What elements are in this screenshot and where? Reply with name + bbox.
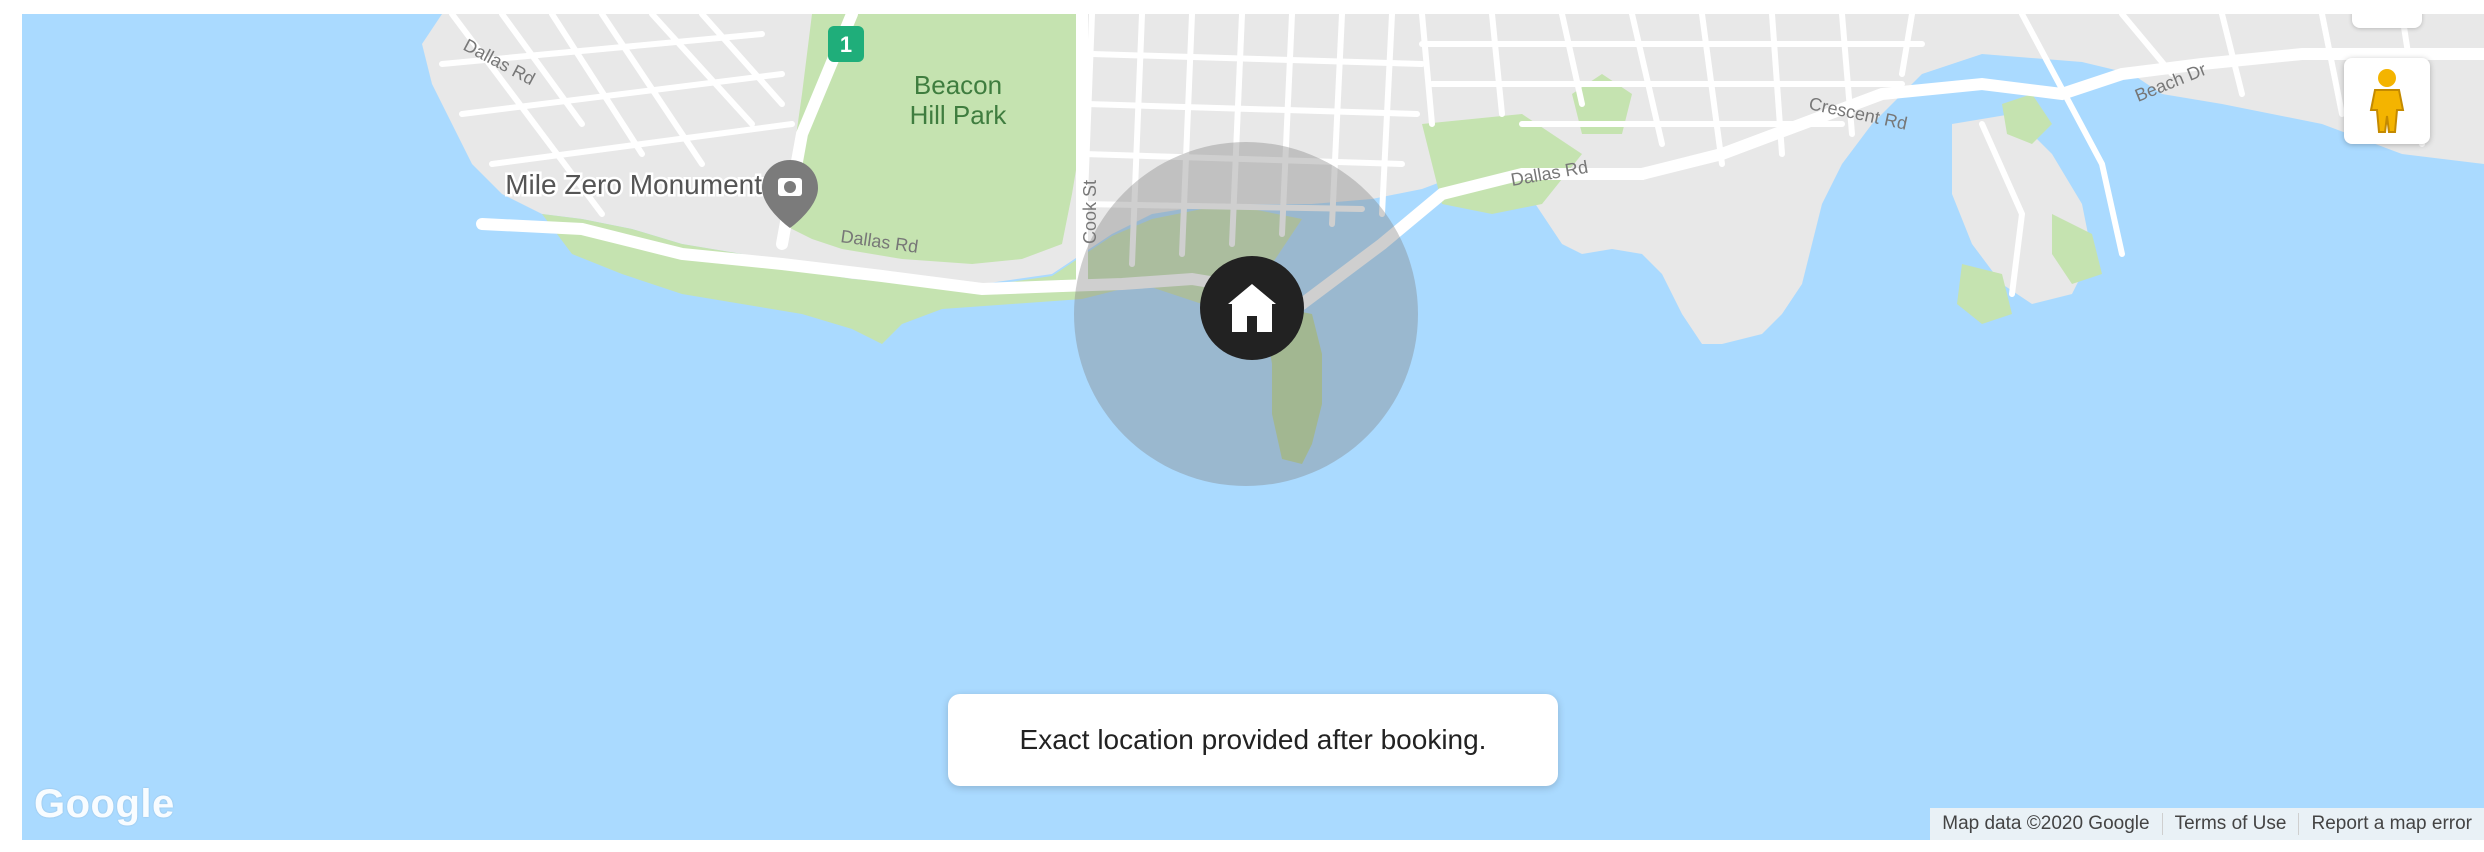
attribution-bar: Map data ©2020 Google Terms of Use Repor…	[1930, 808, 2484, 840]
place-label-park-line1: Beacon	[914, 70, 1002, 100]
terms-of-use-link[interactable]: Terms of Use	[2161, 813, 2299, 835]
map-data-attribution: Map data ©2020 Google	[1942, 813, 2150, 834]
street-view-button[interactable]	[2344, 58, 2430, 144]
fullscreen-button-top[interactable]	[2352, 14, 2422, 28]
place-label-park-line2: Hill Park	[910, 100, 1008, 130]
report-map-error-link[interactable]: Report a map error	[2298, 813, 2484, 835]
home-marker[interactable]	[1200, 256, 1304, 360]
highway-shield-icon: 1	[828, 26, 864, 62]
google-logo[interactable]: Google	[34, 782, 175, 827]
street-label-cook: Cook St	[1080, 180, 1100, 244]
map-view[interactable]: Beacon Hill Park Mile Zero Monument Dall…	[22, 14, 2484, 840]
svg-text:1: 1	[840, 32, 852, 57]
place-label-monument: Mile Zero Monument	[505, 169, 762, 200]
location-notice: Exact location provided after booking.	[948, 694, 1558, 786]
pegman-icon	[2369, 69, 2405, 133]
